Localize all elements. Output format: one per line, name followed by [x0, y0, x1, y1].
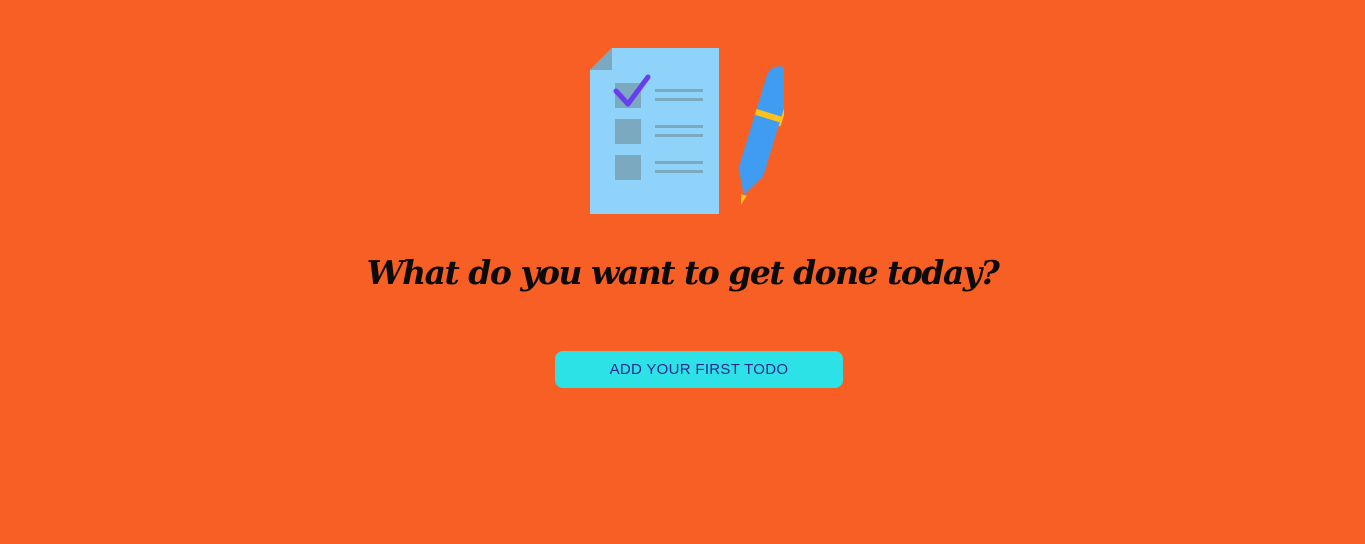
page-title: What do you want to get done today?	[366, 253, 1000, 292]
checklist-illustration-icon	[588, 44, 794, 218]
add-first-todo-button[interactable]: ADD YOUR FIRST TODO	[555, 351, 843, 388]
